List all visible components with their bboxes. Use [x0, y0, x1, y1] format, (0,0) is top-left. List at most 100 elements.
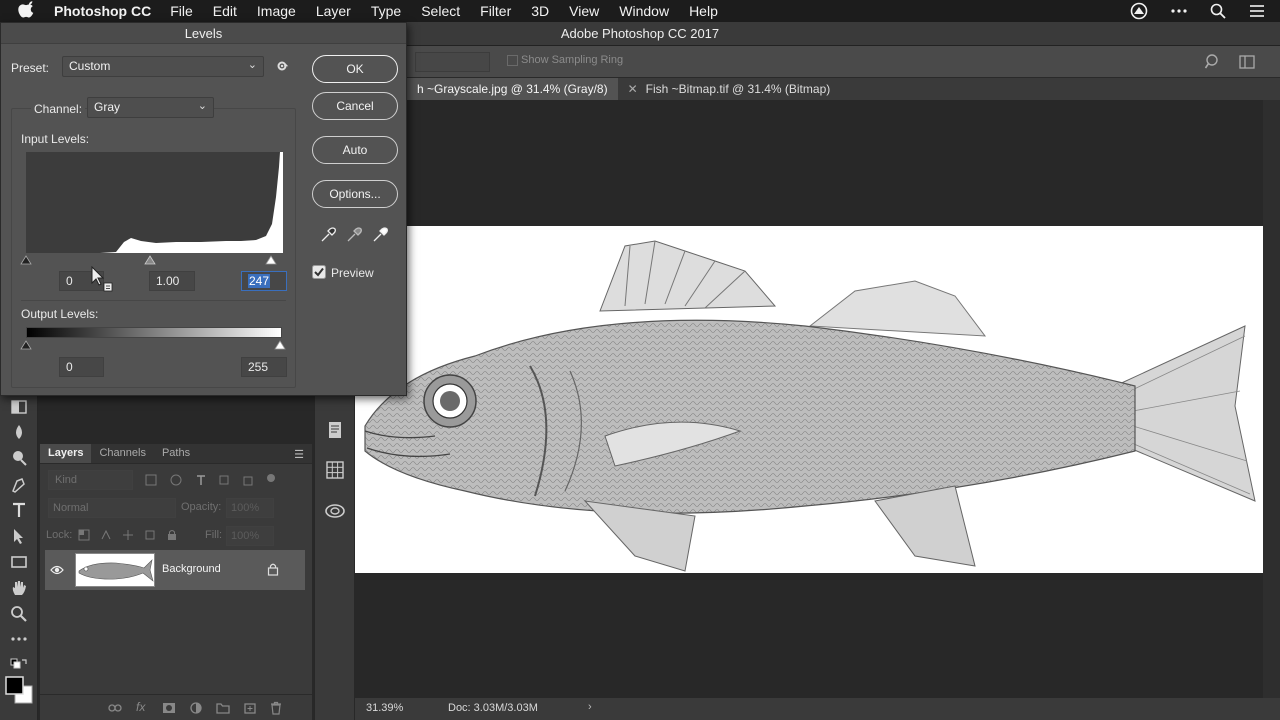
add-mask-icon[interactable]	[162, 702, 176, 714]
layer-name[interactable]: Background	[162, 563, 221, 575]
histogram	[26, 152, 283, 253]
chevron-down-icon: ⌄	[197, 100, 207, 112]
foreground-background-color-icon[interactable]	[4, 675, 34, 705]
menu-bar: Photoshop CC File Edit Image Layer Type …	[0, 0, 1280, 22]
workspace-icon[interactable]	[1238, 53, 1256, 71]
type-filter-icon[interactable]	[195, 474, 207, 486]
menu-help[interactable]: Help	[689, 3, 718, 19]
type-tool-icon[interactable]	[9, 500, 29, 520]
search-icon[interactable]	[1210, 3, 1226, 19]
search-icon[interactable]	[1204, 53, 1222, 71]
cancel-button[interactable]: Cancel	[312, 92, 398, 120]
tab-paths[interactable]: Paths	[154, 444, 198, 463]
smart-object-filter-icon[interactable]	[242, 474, 254, 486]
adjustment-layer-icon[interactable]	[190, 702, 202, 714]
channel-label: Channel:	[31, 102, 86, 116]
tab-fish-bitmap[interactable]: ✕ Fish ~Bitmap.tif @ 31.4% (Bitmap)	[618, 78, 841, 100]
pen-tool-icon[interactable]	[9, 475, 29, 495]
fill-field[interactable]: 100%	[226, 526, 274, 546]
white-eyedropper-icon[interactable]	[371, 226, 389, 244]
zoom-tool-icon[interactable]	[9, 604, 29, 624]
preset-value: Custom	[69, 59, 111, 73]
zoom-level[interactable]: 31.39%	[366, 702, 403, 714]
menu-select[interactable]: Select	[421, 3, 460, 19]
options-button[interactable]: Options...	[312, 180, 398, 208]
tab-fish-grayscale[interactable]: h ~Grayscale.jpg @ 31.4% (Gray/8)	[407, 78, 618, 100]
sample-size-dropdown[interactable]	[415, 52, 490, 72]
lock-transparent-icon[interactable]	[78, 529, 90, 541]
close-icon[interactable]: ✕	[628, 82, 638, 96]
ok-button[interactable]: OK	[312, 55, 398, 83]
filter-toggle-icon[interactable]	[266, 473, 276, 483]
more-icon[interactable]	[1170, 2, 1188, 20]
menu-image[interactable]: Image	[257, 3, 296, 19]
libraries-icon[interactable]	[324, 500, 346, 522]
panel-menu-icon[interactable]: ☰	[294, 448, 304, 461]
lock-position-icon[interactable]	[122, 529, 134, 541]
menu-layer[interactable]: Layer	[316, 3, 351, 19]
tab-layers[interactable]: Layers	[40, 444, 92, 463]
channel-select[interactable]: Gray ⌄	[87, 97, 214, 118]
preview-checkbox[interactable]	[312, 265, 326, 279]
black-eyedropper-icon[interactable]	[319, 226, 337, 244]
lock-icon[interactable]	[267, 562, 279, 576]
new-layer-icon[interactable]	[244, 702, 256, 714]
blend-mode-select[interactable]: Normal	[48, 498, 176, 518]
show-sampling-ring-checkbox[interactable]	[507, 55, 518, 66]
lock-all-icon[interactable]	[166, 529, 178, 541]
apple-icon[interactable]	[17, 0, 39, 22]
menu-file[interactable]: File	[170, 3, 193, 19]
lock-image-icon[interactable]	[100, 529, 112, 541]
swatches-icon[interactable]	[324, 459, 346, 481]
eye-icon[interactable]	[50, 564, 64, 576]
output-levels-label: Output Levels:	[21, 307, 99, 321]
input-levels-slider[interactable]	[20, 254, 286, 266]
blur-tool-icon[interactable]	[9, 422, 29, 442]
gear-icon[interactable]	[276, 59, 292, 73]
tab-label: Fish ~Bitmap.tif @ 31.4% (Bitmap)	[645, 82, 831, 96]
dodge-tool-icon[interactable]	[9, 448, 29, 468]
output-white-field[interactable]: 255	[241, 357, 287, 377]
menu-view[interactable]: View	[569, 3, 599, 19]
output-black-field[interactable]: 0	[59, 357, 104, 377]
layer-thumbnail[interactable]	[75, 553, 155, 587]
rectangle-tool-icon[interactable]	[9, 552, 29, 572]
adjustment-filter-icon[interactable]	[170, 474, 182, 486]
menu-filter[interactable]: Filter	[480, 3, 511, 19]
new-group-icon[interactable]	[216, 702, 230, 714]
layer-row[interactable]: Background	[45, 550, 305, 590]
opacity-value: 100%	[231, 502, 260, 514]
list-icon[interactable]	[1248, 3, 1266, 19]
input-gamma-field[interactable]: 1.00	[149, 271, 195, 291]
delete-layer-icon[interactable]	[270, 701, 282, 715]
pixel-filter-icon[interactable]	[145, 474, 157, 486]
gradient-tool-icon[interactable]	[9, 397, 29, 417]
creative-cloud-icon[interactable]	[1130, 2, 1148, 20]
opacity-field[interactable]: 100%	[226, 498, 274, 518]
menu-window[interactable]: Window	[619, 3, 669, 19]
input-white-field[interactable]: 247	[241, 271, 287, 291]
path-selection-tool-icon[interactable]	[9, 526, 29, 546]
fish-illustration[interactable]	[355, 226, 1263, 573]
preset-label: Preset:	[11, 61, 50, 75]
menu-type[interactable]: Type	[371, 3, 401, 19]
app-name-menu[interactable]: Photoshop CC	[54, 3, 151, 19]
gray-eyedropper-icon[interactable]	[345, 226, 363, 244]
lock-artboard-icon[interactable]	[144, 529, 156, 541]
default-colors-icon[interactable]	[9, 655, 29, 675]
link-layers-icon[interactable]	[108, 702, 122, 714]
fx-icon[interactable]: fx	[136, 700, 145, 714]
properties-icon[interactable]	[324, 419, 346, 441]
menu-edit[interactable]: Edit	[213, 3, 237, 19]
auto-button[interactable]: Auto	[312, 136, 398, 164]
shape-filter-icon[interactable]	[218, 474, 230, 486]
more-tools-icon[interactable]	[9, 629, 29, 649]
output-levels-slider[interactable]	[20, 339, 286, 351]
kind-filter-select[interactable]: Kind	[48, 470, 133, 490]
tab-channels[interactable]: Channels	[91, 444, 153, 463]
status-menu-arrow[interactable]: ›	[588, 701, 592, 713]
hand-tool-icon[interactable]	[9, 578, 29, 598]
canvas-area[interactable]	[355, 100, 1263, 698]
preset-select[interactable]: Custom ⌄	[62, 56, 264, 77]
menu-3d[interactable]: 3D	[531, 3, 549, 19]
